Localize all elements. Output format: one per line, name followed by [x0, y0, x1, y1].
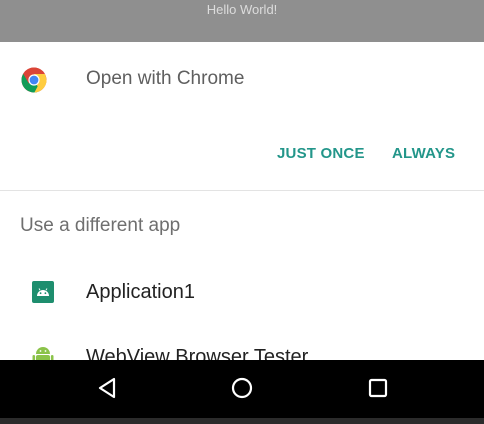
navigation-bar	[0, 360, 484, 418]
app-item-application1[interactable]: Application1	[0, 265, 484, 321]
android-app-icon	[32, 281, 54, 303]
chrome-icon	[21, 67, 47, 93]
background-app: Hello World!	[0, 0, 484, 44]
background-app-text: Hello World!	[206, 2, 278, 17]
app-label: Application1	[86, 281, 195, 303]
screen: Hello World! Open with Chrome JUST ONCE …	[0, 0, 484, 424]
recents-icon[interactable]	[364, 374, 392, 402]
just-once-button[interactable]: JUST ONCE	[277, 142, 365, 166]
back-icon[interactable]	[94, 374, 122, 402]
section-label: Use a different app	[20, 215, 181, 236]
divider	[0, 190, 484, 191]
always-button[interactable]: ALWAYS	[392, 142, 455, 166]
default-app-row[interactable]: Open with Chrome	[0, 42, 484, 118]
app-chooser-sheet: Open with Chrome JUST ONCE ALWAYS Use a …	[0, 42, 484, 362]
home-icon[interactable]	[228, 374, 256, 402]
bottom-strip	[0, 418, 484, 424]
app-item-webview-browser-tester[interactable]: WebView Browser Tester	[0, 330, 484, 362]
default-app-label: Open with Chrome	[86, 68, 245, 89]
